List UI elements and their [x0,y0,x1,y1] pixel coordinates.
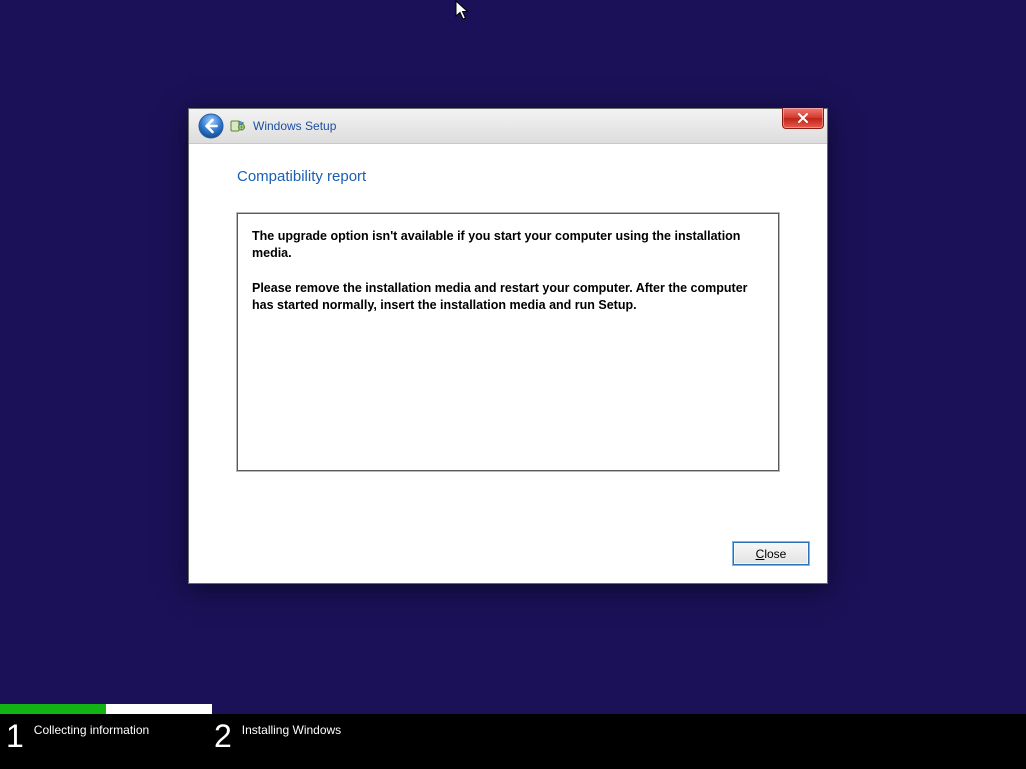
install-progress-area: 1 Collecting information 2 Installing Wi… [0,704,1026,769]
compatibility-report-box: The upgrade option isn't available if yo… [237,213,779,471]
close-button[interactable]: Close [733,542,809,565]
report-paragraph-1: The upgrade option isn't available if yo… [252,228,764,262]
setup-icon [229,117,247,135]
progress-step1-remaining [106,704,212,714]
window-title: Windows Setup [253,119,336,133]
step-1-label: Collecting information [34,723,149,737]
step-1: 1 Collecting information [0,720,214,752]
close-button-rest: lose [764,547,786,561]
close-icon [796,112,810,124]
step-1-number: 1 [6,720,24,752]
back-arrow-icon [198,113,224,139]
report-paragraph-2: Please remove the installation media and… [252,280,764,314]
dialog-body: Compatibility report The upgrade option … [189,144,827,542]
close-window-button[interactable] [782,108,824,129]
step-2-label: Installing Windows [242,723,341,737]
progress-track [0,704,1026,714]
steps-bar: 1 Collecting information 2 Installing Wi… [0,714,1026,769]
back-button[interactable] [197,112,225,140]
dialog-footer: Close [189,542,827,583]
titlebar: Windows Setup [189,109,827,144]
mouse-cursor-icon [455,0,471,22]
windows-setup-dialog: Windows Setup Compatibility report The u… [188,108,828,584]
step-2-number: 2 [214,720,232,752]
step-2: 2 Installing Windows [214,720,341,752]
progress-step2 [216,704,1026,714]
progress-step1-done [0,704,106,714]
dialog-heading: Compatibility report [237,168,779,185]
